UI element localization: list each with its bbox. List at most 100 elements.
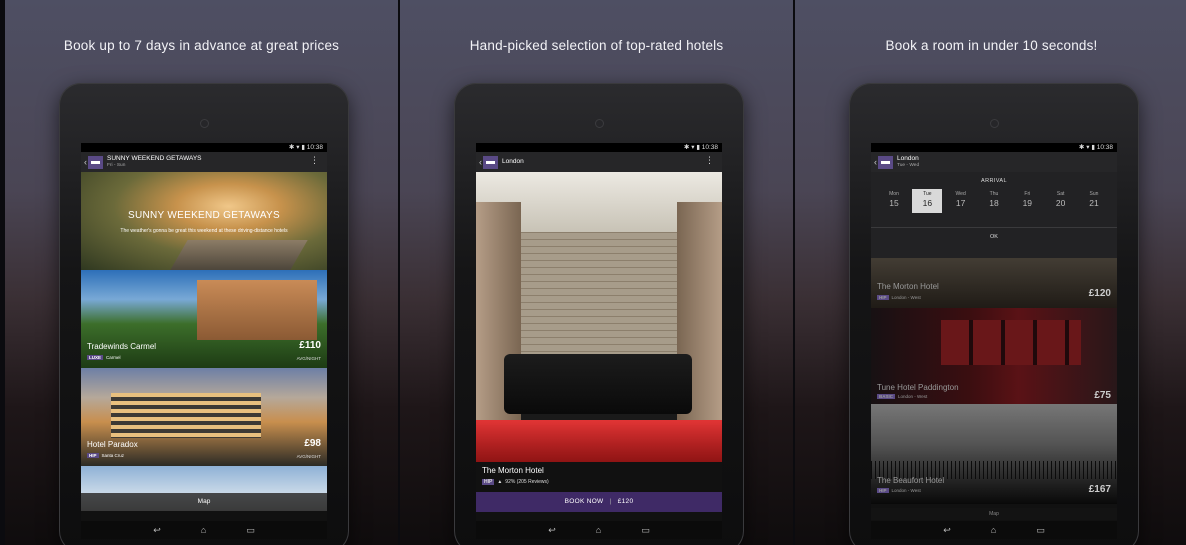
hotel-name: The Morton Hotel <box>482 466 544 475</box>
hotel-photo <box>111 393 261 438</box>
status-bar: ✱ ▾ ▮ 10:38 <box>476 143 722 152</box>
partial-hotel-card[interactable]: Map <box>81 466 327 511</box>
recents-icon[interactable]: ▭ <box>246 525 255 536</box>
app-bar: ‹ London Tue - Wed <box>871 152 1117 172</box>
hotel-name: Tune Hotel Paddington <box>877 383 959 392</box>
category-badge: BASIC <box>877 394 896 399</box>
status-time: 10:38 <box>701 144 718 151</box>
recents-icon[interactable]: ▭ <box>1036 525 1045 536</box>
device-screen: ✱ ▾ ▮ 10:38 ‹ London ⋮ The Morton Hotel … <box>476 143 722 539</box>
photo-sofa <box>504 354 692 414</box>
screenshot-stage: Book up to 7 days in advance at great pr… <box>0 0 1186 545</box>
arrival-date-picker: ARRIVAL Mon 15 Tue 16 Wed 17 Thu 18 Fri 19 Sa… <box>871 172 1117 258</box>
promo-panel-1: Book up to 7 days in advance at great pr… <box>5 0 398 545</box>
app-bar-title: SUNNY WEEKEND GETAWAYS <box>107 155 202 163</box>
back-arrow-icon[interactable]: ‹ <box>874 157 877 167</box>
thumbs-up-icon: ▲ <box>497 479 503 485</box>
app-bar-subtitle: Tue - Wed <box>897 162 920 168</box>
app-logo-icon[interactable] <box>88 155 103 169</box>
hotel-card[interactable]: The Morton Hotel £120 HIP London - West <box>871 258 1117 308</box>
day-date: 19 <box>1022 198 1033 208</box>
day-option[interactable]: Thu 18 <box>979 189 1009 213</box>
hotel-hero-photo[interactable] <box>476 172 722 462</box>
hotel-price: £120 <box>1088 288 1111 299</box>
hotel-location: London - West <box>898 394 928 399</box>
hotel-badge: HIP London - West <box>877 295 921 300</box>
picker-title: ARRIVAL <box>981 178 1007 184</box>
hotel-badge: HIP London - West <box>877 488 921 493</box>
home-icon[interactable]: ⌂ <box>201 525 206 535</box>
day-of-week: Sun <box>1089 191 1099 197</box>
day-option[interactable]: Wed 17 <box>946 189 976 213</box>
ok-button[interactable]: OK <box>871 227 1117 240</box>
app-bar-subtitle: Fri - Sun <box>107 162 126 168</box>
hotel-card[interactable]: Tune Hotel Paddington £75 BASIC London -… <box>871 308 1117 404</box>
tablet-device: ✱ ▾ ▮ 10:38 ‹ SUNNY WEEKEND GETAWAYS Fri… <box>59 83 349 545</box>
hotel-price: £167 <box>1088 484 1111 495</box>
home-icon[interactable]: ⌂ <box>596 525 601 535</box>
day-date: 17 <box>955 198 966 208</box>
back-arrow-icon[interactable]: ↩ <box>548 525 556 536</box>
back-arrow-icon[interactable]: ‹ <box>84 157 87 167</box>
day-option[interactable]: Tue 16 <box>912 189 943 213</box>
hero-subtitle: The weather's gonna be great this weeken… <box>120 228 288 234</box>
day-date: 21 <box>1089 198 1099 208</box>
category-badge: HIP <box>877 295 889 300</box>
camera-icon <box>991 120 998 127</box>
overflow-menu-icon[interactable]: ⋮ <box>310 156 319 165</box>
day-option[interactable]: Fri 19 <box>1012 189 1042 213</box>
hotel-location: London - West <box>891 488 921 493</box>
status-bar: ✱ ▾ ▮ 10:38 <box>81 143 327 152</box>
hotel-badge: LUXE Carmel <box>87 355 121 360</box>
hotel-card[interactable]: The Beaufort Hotel £167 HIP London - Wes… <box>871 404 1117 504</box>
category-badge: LUXE <box>87 355 104 360</box>
app-bar-title: London <box>502 157 524 165</box>
app-logo-icon[interactable] <box>878 155 893 169</box>
photo-gradient <box>476 422 722 462</box>
panel-caption: Book a room in under 10 seconds! <box>885 38 1098 53</box>
category-badge: HIP <box>87 453 99 458</box>
map-button[interactable]: Map <box>871 508 1117 520</box>
book-now-label: BOOK NOW <box>564 498 604 505</box>
day-date: 16 <box>922 198 933 208</box>
book-now-button[interactable]: BOOK NOW | £120 <box>476 492 722 512</box>
day-date: 20 <box>1055 198 1066 208</box>
day-of-week: Mon <box>889 191 899 197</box>
hotel-location: London - West <box>891 295 921 300</box>
app-bar: ‹ London ⋮ <box>476 152 722 172</box>
price-note: AVG/NIGHT <box>296 356 321 361</box>
hotel-card[interactable]: Tradewinds Carmel £110 AVG/NIGHT LUXE Ca… <box>81 270 327 368</box>
day-option[interactable]: Mon 15 <box>879 189 909 213</box>
back-arrow-icon[interactable]: ‹ <box>479 157 482 167</box>
back-arrow-icon[interactable]: ↩ <box>943 525 951 536</box>
hotel-rating-row: HIP ▲ 92% (205 Reviews) <box>482 479 549 485</box>
day-option[interactable]: Sun 21 <box>1079 189 1109 213</box>
hotel-name: Tradewinds Carmel <box>87 342 157 351</box>
panel-caption: Hand-picked selection of top-rated hotel… <box>469 38 724 53</box>
home-icon[interactable]: ⌂ <box>991 525 996 535</box>
status-time: 10:38 <box>306 144 323 151</box>
hotel-info: The Morton Hotel HIP ▲ 92% (205 Reviews) <box>476 462 722 492</box>
hero-title: SUNNY WEEKEND GETAWAYS <box>128 210 280 221</box>
day-option[interactable]: Sat 20 <box>1046 189 1076 213</box>
collection-hero[interactable]: SUNNY WEEKEND GETAWAYS The weather's gon… <box>81 172 327 270</box>
recents-icon[interactable]: ▭ <box>641 525 650 536</box>
day-of-week: Tue <box>923 191 932 197</box>
hotel-card[interactable]: Hotel Paradox £98 AVG/NIGHT HIP Santa Cr… <box>81 368 327 466</box>
system-nav-bar: ↩ ⌂ ▭ <box>81 521 327 539</box>
hotel-badge: HIP Santa Cruz <box>87 453 124 458</box>
app-bar: ‹ SUNNY WEEKEND GETAWAYS Fri - Sun ⋮ <box>81 152 327 172</box>
hotel-price: £98 <box>304 438 321 449</box>
category-badge: HIP <box>877 488 889 493</box>
app-logo-icon[interactable] <box>483 155 498 169</box>
hotel-price: £110 <box>299 340 321 351</box>
day-of-week: Wed <box>955 191 966 197</box>
hotel-name: Hotel Paradox <box>87 440 138 449</box>
book-now-price: £120 <box>617 498 634 505</box>
status-bar: ✱ ▾ ▮ 10:38 <box>871 143 1117 152</box>
overflow-menu-icon[interactable]: ⋮ <box>705 156 714 165</box>
hotel-rating: 92% (205 Reviews) <box>505 479 549 485</box>
map-button[interactable]: Map <box>81 493 327 511</box>
camera-icon <box>596 120 603 127</box>
back-arrow-icon[interactable]: ↩ <box>153 525 161 536</box>
